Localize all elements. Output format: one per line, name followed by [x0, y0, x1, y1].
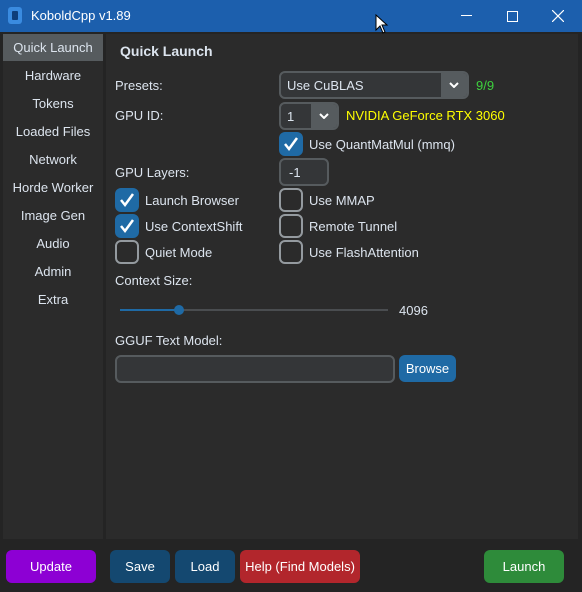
- gpu-layers-field[interactable]: [287, 164, 328, 181]
- update-button-label: Update: [30, 559, 72, 574]
- remote-tunnel-label: Remote Tunnel: [309, 219, 398, 234]
- sidebar-item-extra[interactable]: Extra: [3, 286, 103, 313]
- page-title: Quick Launch: [120, 43, 213, 59]
- use-mmap-label: Use MMAP: [309, 193, 375, 208]
- context-size-label: Context Size:: [115, 273, 193, 288]
- gpu-id-value: 1: [287, 109, 295, 124]
- sidebar: Quick Launch Hardware Tokens Loaded File…: [3, 34, 103, 539]
- remote-tunnel-checkbox[interactable]: [279, 214, 303, 238]
- sidebar-item-network[interactable]: Network: [3, 146, 103, 173]
- load-button-label: Load: [190, 559, 220, 574]
- minimize-button[interactable]: [443, 0, 489, 32]
- sidebar-item-horde-worker[interactable]: Horde Worker: [3, 174, 103, 201]
- presets-label: Presets:: [115, 78, 163, 93]
- gguf-model-label: GGUF Text Model:: [115, 333, 223, 348]
- browse-button-label: Browse: [405, 361, 450, 376]
- use-contextshift-checkbox[interactable]: [115, 214, 139, 238]
- launch-button[interactable]: Launch: [484, 550, 564, 583]
- load-button[interactable]: Load: [175, 550, 235, 583]
- sidebar-item-image-gen[interactable]: Image Gen: [3, 202, 103, 229]
- gpu-id-label: GPU ID:: [115, 108, 164, 123]
- sidebar-item-hardware[interactable]: Hardware: [3, 62, 103, 89]
- presets-count: 9/9: [476, 78, 495, 93]
- mmq-checkbox[interactable]: [279, 132, 303, 156]
- checkmark-icon: [284, 137, 299, 152]
- maximize-button[interactable]: [489, 0, 535, 32]
- quiet-mode-label: Quiet Mode: [145, 245, 213, 260]
- context-size-slider-handle[interactable]: [173, 305, 184, 315]
- close-icon: [552, 10, 564, 22]
- help-button-label: Help (Find Models): [245, 559, 355, 574]
- gpu-name: NVIDIA GeForce RTX 3060: [346, 108, 505, 123]
- context-size-slider-fill: [120, 309, 179, 311]
- presets-dropdown[interactable]: Use CuBLAS: [279, 71, 469, 99]
- context-size-value: 4096: [399, 303, 428, 318]
- gpu-layers-input[interactable]: [279, 158, 329, 186]
- launch-browser-checkbox[interactable]: [115, 188, 139, 212]
- sidebar-item-admin[interactable]: Admin: [3, 258, 103, 285]
- sidebar-item-loaded-files[interactable]: Loaded Files: [3, 118, 103, 145]
- presets-value: Use CuBLAS: [287, 78, 364, 93]
- quiet-mode-checkbox[interactable]: [115, 240, 139, 264]
- gguf-model-field[interactable]: [123, 361, 348, 378]
- launch-browser-label: Launch Browser: [145, 193, 239, 208]
- mmq-label: Use QuantMatMul (mmq): [309, 137, 455, 152]
- use-flashattention-label: Use FlashAttention: [309, 245, 419, 260]
- window-title: KoboldCpp v1.89: [31, 8, 131, 23]
- close-button[interactable]: [535, 0, 581, 32]
- gguf-model-input[interactable]: [115, 355, 395, 383]
- use-mmap-checkbox[interactable]: [279, 188, 303, 212]
- app-icon: [8, 7, 22, 24]
- save-button[interactable]: Save: [110, 550, 170, 583]
- use-contextshift-label: Use ContextShift: [145, 219, 243, 234]
- checkmark-icon: [120, 219, 135, 234]
- gpu-layers-label: GPU Layers:: [115, 165, 190, 180]
- chevron-down-icon[interactable]: [441, 73, 467, 97]
- sidebar-item-tokens[interactable]: Tokens: [3, 90, 103, 117]
- sidebar-item-quick-launch[interactable]: Quick Launch: [3, 34, 103, 61]
- update-button[interactable]: Update: [6, 550, 96, 583]
- sidebar-item-audio[interactable]: Audio: [3, 230, 103, 257]
- use-flashattention-checkbox[interactable]: [279, 240, 303, 264]
- browse-button[interactable]: Browse: [399, 355, 456, 382]
- mouse-cursor-icon: [375, 14, 389, 34]
- launch-button-label: Launch: [502, 559, 546, 574]
- gpu-id-dropdown[interactable]: 1: [279, 102, 339, 130]
- save-button-label: Save: [125, 559, 155, 574]
- chevron-down-icon[interactable]: [311, 104, 337, 128]
- title-bar: KoboldCpp v1.89: [0, 0, 582, 34]
- checkmark-icon: [120, 193, 135, 208]
- help-find-models-button[interactable]: Help (Find Models): [240, 550, 360, 583]
